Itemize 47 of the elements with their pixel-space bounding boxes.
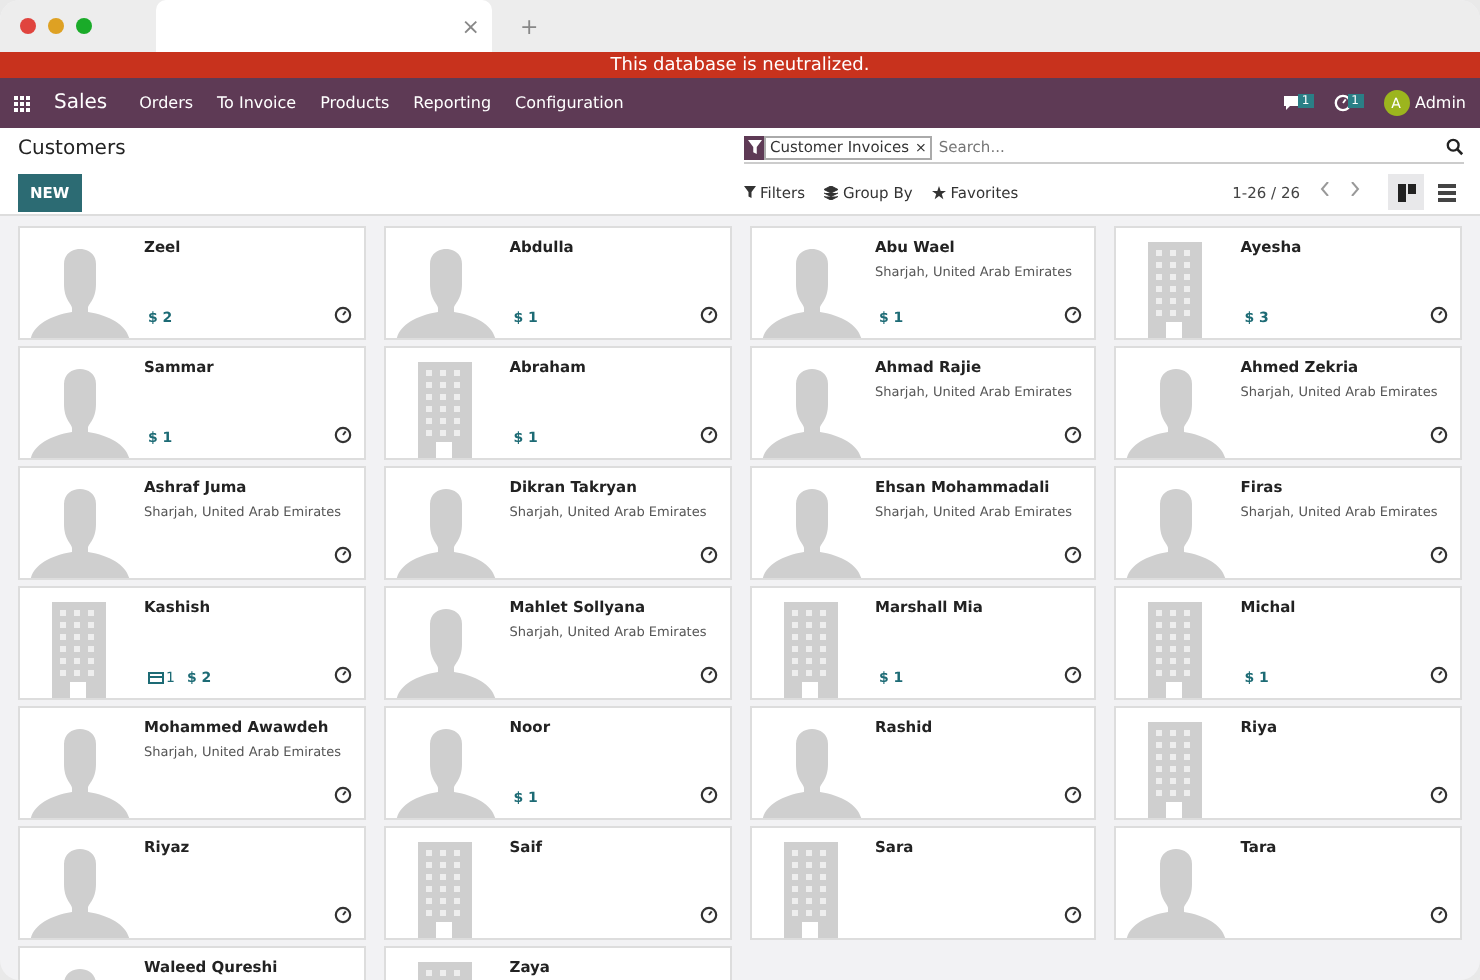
clock-icon[interactable] [333, 426, 352, 444]
previous-page-button[interactable] [1320, 182, 1330, 202]
filter-icon [744, 186, 756, 198]
layers-icon [824, 185, 839, 199]
clock-icon[interactable] [333, 666, 352, 684]
chat-icon[interactable] [1281, 94, 1302, 112]
clock-icon[interactable] [699, 546, 717, 564]
filter-icon [744, 135, 764, 159]
clock-icon[interactable] [1064, 426, 1083, 444]
kanban-icon [1397, 183, 1415, 201]
menu-item[interactable]: Products [320, 94, 390, 112]
clock-icon[interactable] [1430, 906, 1448, 924]
clock-icon[interactable] [1064, 906, 1083, 924]
search-icon[interactable] [1446, 138, 1464, 156]
list-icon [1437, 183, 1455, 201]
neutralized-banner: This database is neutralized. [0, 52, 1480, 78]
menu-item[interactable]: To Invoice [217, 94, 297, 112]
next-page-button[interactable] [1350, 182, 1360, 202]
clock-icon[interactable] [1430, 426, 1448, 444]
clock-icon[interactable] [333, 786, 352, 804]
star-icon [932, 185, 947, 199]
menu-item[interactable]: Reporting [413, 94, 492, 112]
menu-item[interactable]: Orders [139, 94, 194, 112]
clock-icon[interactable] [699, 306, 717, 324]
clock-icon[interactable] [699, 426, 717, 444]
clock-icon[interactable] [1064, 546, 1083, 564]
clock-icon[interactable] [1430, 666, 1448, 684]
clock-icon[interactable] [333, 906, 352, 924]
clock-icon[interactable] [333, 546, 352, 564]
app-name[interactable]: Sales [54, 92, 108, 114]
kanban-view-button[interactable] [1388, 174, 1424, 210]
menu-item[interactable]: Configuration [515, 94, 624, 112]
clock-icon[interactable] [1430, 786, 1448, 804]
clock-icon[interactable] [1430, 306, 1448, 324]
user-name[interactable]: Admin [1415, 94, 1466, 112]
tab-close-button[interactable]: × [461, 13, 480, 39]
clock-icon[interactable] [699, 666, 717, 684]
clock-icon[interactable] [333, 306, 352, 324]
clock-icon[interactable] [1064, 666, 1083, 684]
clock-icon[interactable] [1064, 306, 1083, 324]
browser-tab[interactable]: × [156, 0, 492, 52]
page-title: Customers [18, 137, 128, 159]
clock-icon[interactable] [1430, 546, 1448, 564]
clock-icon[interactable] [699, 906, 717, 924]
apps-menu-icon[interactable] [14, 95, 30, 111]
clock-icon[interactable] [699, 786, 717, 804]
clock-icon[interactable] [1064, 786, 1083, 804]
